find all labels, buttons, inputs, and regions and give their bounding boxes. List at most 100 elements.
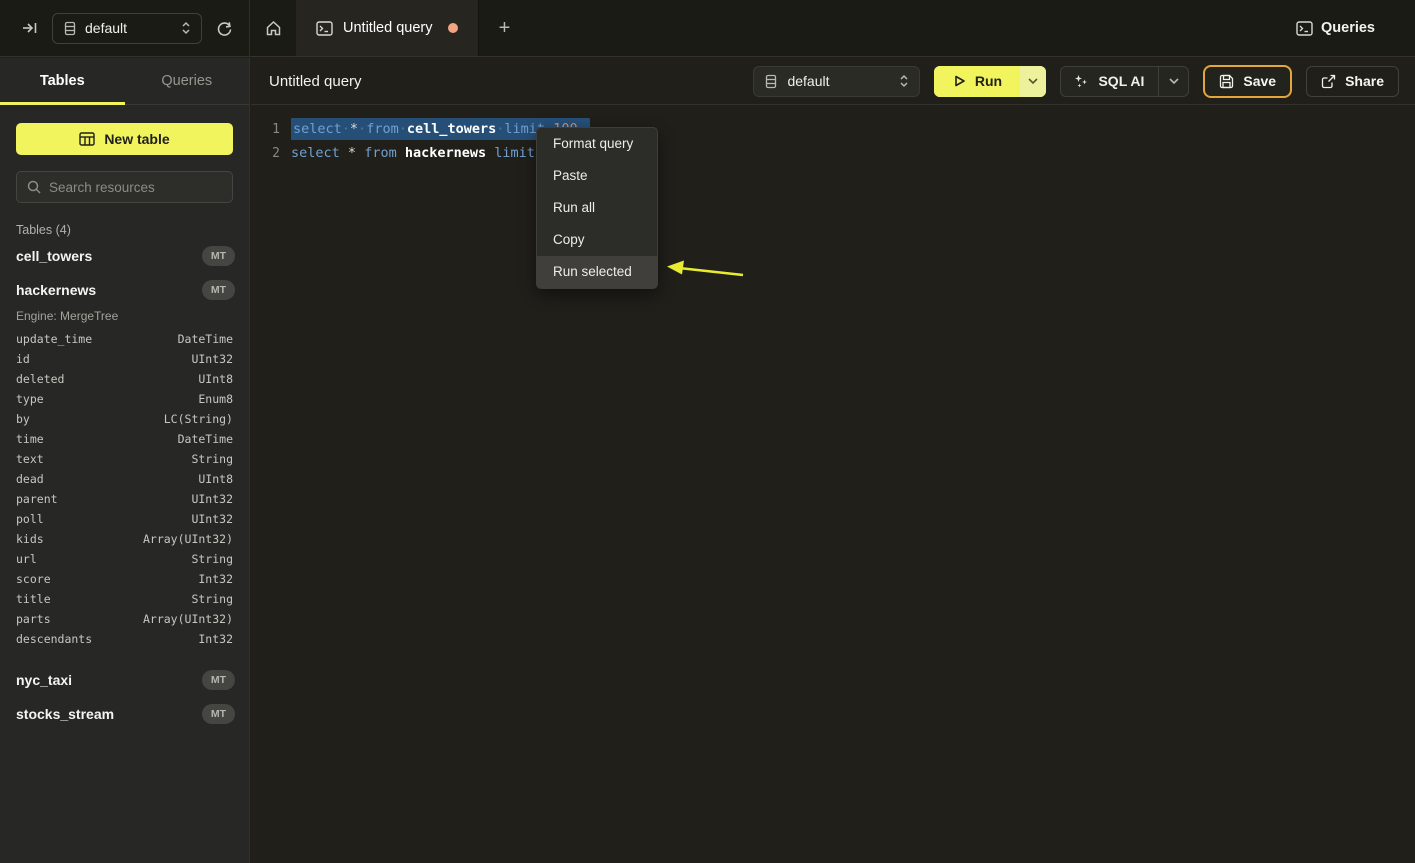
column-row: urlString <box>0 549 249 569</box>
column-name: update_time <box>16 332 92 346</box>
column-type: Array(UInt32) <box>143 612 233 626</box>
column-row: update_time DateTime <box>0 329 249 349</box>
table-row[interactable]: cell_towersMT <box>0 239 249 273</box>
new-table-label: New table <box>104 131 169 147</box>
column-row: typeEnum8 <box>0 389 249 409</box>
column-type: UInt32 <box>191 352 233 366</box>
context-menu-item-run-selected[interactable]: Run selected <box>537 256 657 288</box>
save-button[interactable]: Save <box>1203 65 1292 98</box>
column-row: partsArray(UInt32) <box>0 609 249 629</box>
run-label: Run <box>975 73 1002 89</box>
unsaved-changes-dot <box>448 23 458 33</box>
share-button[interactable]: Share <box>1306 66 1399 97</box>
column-row: idUInt32 <box>0 349 249 369</box>
column-row: kidsArray(UInt32) <box>0 529 249 549</box>
chevron-updown-icon <box>181 21 191 35</box>
table-row[interactable]: stocks_streamMT <box>0 697 249 731</box>
search-input[interactable] <box>49 180 226 195</box>
table-row[interactable]: nyc_taxiMT <box>0 663 249 697</box>
context-menu-item-paste[interactable]: Paste <box>537 160 657 192</box>
column-type: Int32 <box>198 632 233 646</box>
column-type: UInt32 <box>191 492 233 506</box>
column-row: by LC(String) <box>0 409 249 429</box>
terminal-icon <box>1296 21 1313 36</box>
column-type: LC(String) <box>164 412 233 426</box>
search-icon <box>27 180 41 194</box>
token-table: hackernews <box>405 145 486 161</box>
table-grid-icon <box>79 132 95 146</box>
home-icon <box>265 20 282 37</box>
collapse-sidebar-button[interactable] <box>18 16 42 40</box>
new-tab-button[interactable]: + <box>479 0 529 56</box>
token-keyword: select <box>291 145 340 161</box>
token-table: cell_towers <box>407 121 496 137</box>
tab-strip: Untitled query + <box>250 0 1296 56</box>
context-menu-item-format-query[interactable]: Format query <box>537 128 657 160</box>
columns-list: update_time DateTime idUInt32 deleted UInt8 t… <box>0 329 249 663</box>
column-row: parentUInt32 <box>0 489 249 509</box>
table-name: hackernews <box>16 282 202 298</box>
app-window: default <box>0 0 1415 863</box>
code-text: select * from hackernews limit 100 <box>291 145 567 161</box>
token-keyword: limit <box>494 145 535 161</box>
refresh-icon <box>216 20 233 37</box>
chevron-updown-icon <box>899 74 909 88</box>
column-row: descendantsInt32 <box>0 629 249 649</box>
column-type: UInt32 <box>191 512 233 526</box>
column-row: deleted UInt8 <box>0 369 249 389</box>
column-name: time <box>16 432 44 446</box>
column-type: Int32 <box>198 572 233 586</box>
editor-line[interactable]: 1select·*·from·cell_towers·limit·100 <box>251 117 1415 141</box>
column-name: poll <box>16 512 44 526</box>
table-name: stocks_stream <box>16 706 202 722</box>
new-table-button[interactable]: New table <box>16 123 233 155</box>
top-bar: default <box>0 0 1415 57</box>
main-panel: Untitled query default <box>251 58 1415 863</box>
whitespace-dot: · <box>399 121 407 137</box>
toolbar-database-selector[interactable]: default <box>753 66 920 97</box>
home-button[interactable] <box>261 16 286 41</box>
token-keyword: from <box>364 145 397 161</box>
whitespace-dot: · <box>358 121 366 137</box>
context-menu: Format queryPasteRun allCopyRun selected <box>536 127 658 289</box>
context-menu-item-copy[interactable]: Copy <box>537 224 657 256</box>
sidebar-tab-queries[interactable]: Queries <box>125 58 250 104</box>
engine-badge: MT <box>202 280 235 300</box>
table-row[interactable]: hackernewsMT <box>0 273 249 307</box>
sidebar-tab-tables[interactable]: Tables <box>0 58 125 104</box>
column-name: type <box>16 392 44 406</box>
queries-label: Queries <box>1321 20 1375 36</box>
queries-panel-button[interactable]: Queries <box>1296 20 1375 36</box>
column-type: UInt8 <box>198 472 233 486</box>
line-number: 2 <box>266 146 280 161</box>
column-row: poll UInt32 <box>0 509 249 529</box>
database-selector[interactable]: default <box>52 13 202 44</box>
database-icon <box>63 21 77 36</box>
column-type: UInt8 <box>198 372 233 386</box>
column-name: deleted <box>16 372 64 386</box>
sql-editor[interactable]: 1select·*·from·cell_towers·limit·100 2 sel… <box>251 105 1415 165</box>
topbar-left: default <box>0 0 250 56</box>
tab-untitled-query[interactable]: Untitled query <box>296 0 479 56</box>
table-name: nyc_taxi <box>16 672 202 688</box>
search-box <box>16 171 233 203</box>
sql-ai-button[interactable]: SQL AI <box>1060 66 1189 97</box>
tab-title: Untitled query <box>343 20 432 36</box>
editor-line[interactable]: 2 select * from hackernews limit 100 <box>251 141 1415 165</box>
sql-ai-caret[interactable] <box>1158 67 1188 96</box>
run-options-caret[interactable] <box>1020 66 1046 97</box>
tables-list: cell_towersMThackernewsMTEngine: MergeTr… <box>0 239 249 731</box>
refresh-button[interactable] <box>212 16 237 41</box>
database-icon <box>764 74 778 89</box>
context-menu-item-run-all[interactable]: Run all <box>537 192 657 224</box>
column-type: DateTime <box>178 332 233 346</box>
whitespace-dot: · <box>342 121 350 137</box>
save-icon <box>1219 74 1234 89</box>
engine-badge: MT <box>202 246 235 266</box>
engine-badge: MT <box>202 670 235 690</box>
query-header: Untitled query default <box>251 58 1415 105</box>
token-keyword: from <box>366 121 399 137</box>
run-button[interactable]: Run <box>934 66 1046 97</box>
column-name: kids <box>16 532 44 546</box>
column-name: by <box>16 412 30 426</box>
